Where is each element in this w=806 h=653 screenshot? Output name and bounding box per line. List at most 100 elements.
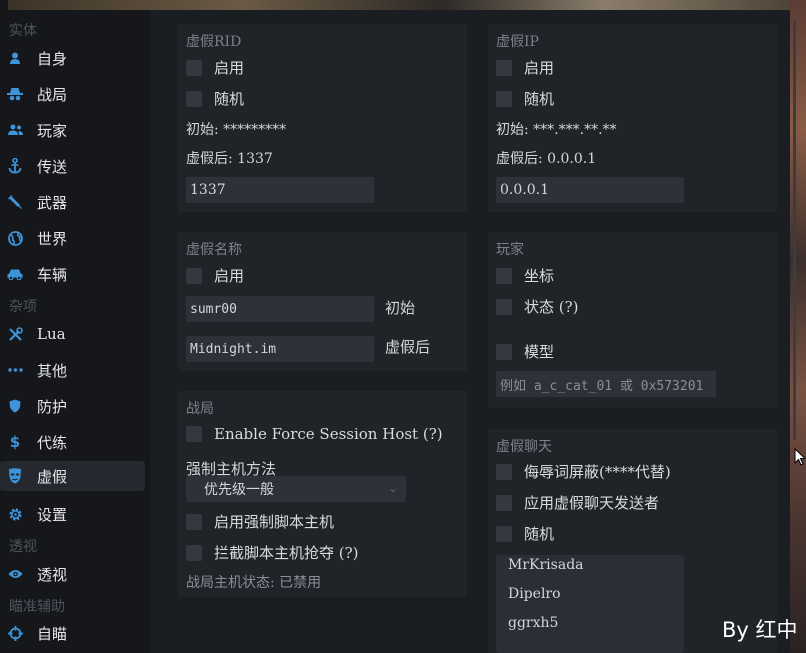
random-checkbox[interactable]: 随机: [496, 88, 554, 109]
nav-label: 自瞄: [37, 624, 68, 643]
eye-icon: [7, 566, 23, 582]
original-name-label: 初始: [385, 299, 416, 317]
sidebar: 实体 自身 战局 玩家 传送 武器 世界 车辆 杂项 Lua 其他 防护 $ 代…: [0, 10, 150, 653]
checkbox-box[interactable]: [186, 267, 202, 284]
chevron-down-icon: ⌄: [387, 481, 398, 495]
checkbox-box[interactable]: [186, 544, 202, 561]
original-name-input[interactable]: sumr00: [186, 296, 374, 322]
fake-ip-text: 虚假后: 0.0.0.1: [496, 151, 597, 167]
fake-name-input[interactable]: Midnight.im: [186, 336, 374, 362]
panel-fake-rid: 虚假RID 启用 随机 初始: ********* 虚假后: 1337 1337: [178, 24, 467, 212]
random-checkbox[interactable]: 随机: [186, 88, 244, 109]
list-item[interactable]: Dipelro: [508, 586, 561, 602]
checkbox-label: 随机: [214, 90, 245, 108]
section-title-misc: 杂项: [9, 299, 37, 315]
script-host-checkbox[interactable]: 启用强制脚本主机: [186, 511, 334, 532]
nav-item-vehicles[interactable]: 车辆: [0, 259, 145, 289]
enable-checkbox[interactable]: 启用: [186, 57, 244, 78]
panel-title: 虚假聊天: [496, 439, 552, 455]
panel-fake-name: 虚假名称 启用 sumr00 初始 Midnight.im 虚假后: [178, 232, 467, 371]
panel-session: 战局 Enable Force Session Host (?) 强制主机方法 …: [178, 391, 467, 597]
sender-list[interactable]: MrKrisada Dipelro ggrxh5: [496, 555, 684, 653]
users-icon: [7, 122, 23, 138]
checkbox-box[interactable]: [496, 298, 512, 315]
host-method-select[interactable]: 优先级一般 ⌄: [186, 476, 406, 502]
list-item[interactable]: MrKrisada: [508, 557, 584, 573]
nav-item-settings[interactable]: 设置: [0, 499, 145, 529]
checkbox-label: 随机: [524, 90, 555, 108]
enable-checkbox[interactable]: 启用: [186, 265, 244, 286]
apply-sender-checkbox[interactable]: 应用虚假聊天发送者: [496, 492, 659, 513]
checkbox-label: 模型: [524, 343, 555, 361]
nav-item-other[interactable]: 其他: [0, 355, 145, 385]
checkbox-box[interactable]: [186, 426, 202, 442]
nav-label: 传送: [37, 157, 68, 176]
rid-input[interactable]: 1337: [186, 177, 374, 203]
checkbox-label: 状态 (?): [524, 298, 579, 316]
checkbox-box[interactable]: [496, 463, 512, 480]
nav-item-fake[interactable]: 虚假: [0, 461, 145, 491]
tools-icon: [7, 326, 23, 342]
person-icon: [7, 50, 23, 66]
checkbox-box[interactable]: [496, 343, 512, 360]
nav-label: 其他: [37, 361, 68, 380]
dots-icon: [7, 362, 23, 378]
nav-item-players[interactable]: 玩家: [0, 115, 145, 145]
model-input[interactable]: 例如 a_c_cat_01 或 0x573201: [496, 371, 716, 397]
enable-checkbox[interactable]: 启用: [496, 57, 554, 78]
nav-label: 玩家: [37, 121, 68, 140]
checkbox-box[interactable]: [496, 525, 512, 542]
profanity-filter-checkbox[interactable]: 侮辱词屏蔽(****代替): [496, 461, 671, 482]
watermark: By 红中: [722, 618, 798, 642]
panel-fake-ip: 虚假IP 启用 随机 初始: ***.***.**.** 虚假后: 0.0.0.…: [488, 24, 777, 212]
scrollbar[interactable]: [793, 20, 796, 440]
random-checkbox[interactable]: 随机: [496, 523, 554, 544]
checkbox-box[interactable]: [186, 90, 202, 107]
checkbox-label: 侮辱词屏蔽(****代替): [524, 463, 671, 481]
block-script-host-checkbox[interactable]: 拦截脚本主机抢夺 (?): [186, 542, 359, 563]
nav-label: 战局: [37, 85, 68, 104]
model-checkbox[interactable]: 模型: [496, 341, 554, 362]
panel-title: 玩家: [496, 242, 524, 258]
nav-label: 武器: [37, 193, 68, 212]
checkbox-box[interactable]: [496, 90, 512, 107]
checkbox-box[interactable]: [496, 494, 512, 511]
nav-item-esp[interactable]: 透视: [0, 559, 145, 589]
fake-name-label: 虚假后: [385, 338, 431, 356]
nav-item-teleport[interactable]: 传送: [0, 151, 145, 181]
nav-item-lua[interactable]: Lua: [0, 319, 145, 349]
nav-item-boost[interactable]: $ 代练: [0, 427, 145, 457]
section-title-esp: 透视: [9, 539, 37, 555]
nav-label: 透视: [37, 565, 68, 584]
nav-label: 代练: [37, 433, 68, 452]
nav-item-session[interactable]: 战局: [0, 79, 145, 109]
car-icon: [7, 266, 23, 282]
coords-checkbox[interactable]: 坐标: [496, 265, 554, 286]
status-checkbox[interactable]: 状态 (?): [496, 296, 579, 317]
ip-input[interactable]: 0.0.0.1: [496, 177, 684, 203]
nav-label: 虚假: [37, 467, 68, 486]
checkbox-box[interactable]: [186, 513, 202, 530]
checkbox-box[interactable]: [496, 267, 512, 284]
shield-icon: [7, 398, 23, 414]
nav-item-weapons[interactable]: 武器: [0, 187, 145, 217]
checkbox-label: 拦截脚本主机抢夺 (?): [214, 544, 359, 562]
checkbox-label: Enable Force Session Host (?): [214, 425, 443, 443]
nav-label: 车辆: [37, 265, 68, 284]
nav-item-self[interactable]: 自身: [0, 43, 145, 73]
nav-item-protection[interactable]: 防护: [0, 391, 145, 421]
checkbox-label: 启用: [214, 267, 245, 285]
nav-item-aimbot[interactable]: 自瞄: [0, 618, 145, 648]
checkbox-box[interactable]: [186, 59, 202, 76]
syringe-icon: [7, 194, 23, 210]
checkbox-box[interactable]: [496, 59, 512, 76]
section-title-entities: 实体: [9, 23, 37, 39]
force-host-checkbox[interactable]: Enable Force Session Host (?): [186, 425, 443, 443]
checkbox-label: 应用虚假聊天发送者: [524, 494, 660, 512]
list-item[interactable]: ggrxh5: [508, 615, 558, 631]
mask-icon: [7, 468, 23, 484]
nav-item-world[interactable]: 世界: [0, 223, 145, 253]
host-status-text: 战局主机状态: 已禁用: [186, 575, 322, 591]
panel-player: 玩家 坐标 状态 (?) 模型 例如 a_c_cat_01 或 0x573201: [488, 232, 777, 408]
checkbox-label: 随机: [524, 525, 555, 543]
